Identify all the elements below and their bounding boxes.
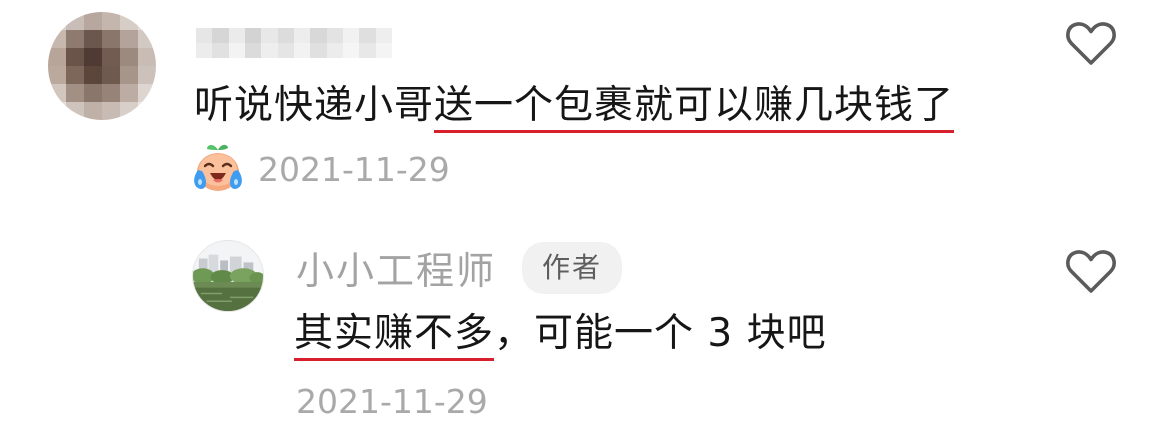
author-name[interactable]: 小小工程师 bbox=[296, 240, 496, 295]
reply-date: 2021-11-29 bbox=[296, 382, 488, 421]
comment-text-prefix: 听说快递小哥 bbox=[194, 83, 435, 128]
heart-outline-icon[interactable] bbox=[1064, 18, 1118, 68]
reply-text-rest: ，可能一个 3 块吧 bbox=[494, 311, 827, 356]
comment-text: 听说快递小哥送一个包裹就可以赚几块钱了 bbox=[194, 78, 955, 134]
reply-text: 其实赚不多，可能一个 3 块吧 bbox=[294, 306, 827, 362]
comment-date: 2021-11-29 bbox=[258, 150, 450, 189]
crying-laughing-emoji-icon bbox=[194, 144, 242, 191]
avatar[interactable] bbox=[48, 12, 156, 120]
author-name-blurred[interactable] bbox=[196, 28, 392, 58]
avatar[interactable] bbox=[192, 240, 264, 312]
author-badge: 作者 bbox=[522, 242, 622, 294]
heart-outline-icon[interactable] bbox=[1064, 246, 1118, 296]
comment-text-highlighted: 送一个包裹就可以赚几块钱了 bbox=[434, 83, 955, 133]
reply-text-highlighted: 其实赚不多 bbox=[294, 311, 495, 361]
